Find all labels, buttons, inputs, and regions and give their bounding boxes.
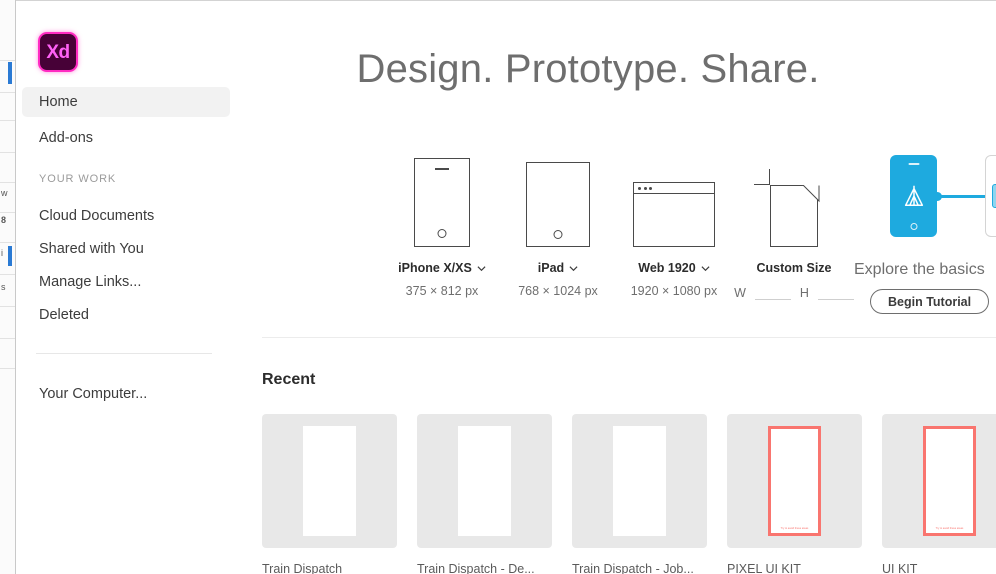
recent-document-card[interactable]: Train Dispatch - De... [417,414,552,574]
background-window: w 8 i s [0,0,16,574]
sidebar-item-deleted[interactable]: Deleted [22,300,230,330]
recent-section-title: Recent [262,371,316,388]
custom-height-input[interactable] [817,286,854,300]
chevron-down-icon[interactable] [569,264,578,273]
recent-documents-grid: Train Dispatch Train Dispatch - De... Tr… [262,414,996,574]
artboard-preview [613,426,666,536]
preset-name-row: Web 1920 [638,261,710,275]
sidebar-section-your-work: YOUR WORK [39,173,117,185]
artboard-presets: iPhone X/XS 375 × 812 px iPad 768 × 1024… [384,151,856,300]
preset-name-row: iPad [538,261,578,275]
preset-name: iPad [537,261,565,275]
recent-document-card[interactable]: Try to avoid these areas PIXEL UI KIT [727,414,862,574]
preset-artwork [754,151,820,247]
adobe-xd-logo-icon: Xd [38,32,78,72]
preset-name-row: Custom Size [756,261,831,275]
sidebar-item-label: Cloud Documents [39,208,155,224]
document-thumbnail[interactable] [572,414,707,548]
custom-size-fields: W H [734,286,854,300]
sidebar-item-add-ons[interactable]: Add-ons [22,123,230,153]
recent-document-card[interactable]: Train Dispatch - Job... [572,414,707,574]
tutorial-artwork [854,151,996,247]
sidebar-item-label: Manage Links... [39,274,142,290]
sidebar: Xd Home Add-ons YOUR WORK Cloud Document… [16,1,244,574]
document-name: Train Dispatch [262,562,343,574]
phone-icon [414,158,470,247]
preset-artwork [526,151,590,247]
document-thumbnail[interactable] [262,414,397,548]
preset-dimensions: 1920 × 1080 px [630,284,718,298]
document-thumbnail[interactable]: Try to avoid these areas [727,414,862,548]
sidebar-item-home[interactable]: Home [22,87,230,117]
artboard-note: Try to avoid these areas [780,527,809,530]
preset-custom-size[interactable]: Custom Size W H [732,151,856,300]
tablet-icon [526,162,590,247]
preset-name-row: iPhone X/XS [398,261,486,275]
artboard-note: Try to avoid these areas [935,527,964,530]
preset-name: Web 1920 [638,261,696,275]
artboard-preview [458,426,511,536]
tent-icon [904,185,923,207]
section-divider [262,337,996,338]
chevron-down-icon[interactable] [701,264,710,273]
sidebar-nav-list: Home Add-ons YOUR WORK Cloud Documents S… [16,87,244,330]
sidebar-item-label: Your Computer... [39,386,148,402]
sidebar-item-label: Home [39,94,78,110]
preset-dimensions: 375 × 812 px [405,284,479,298]
document-thumbnail[interactable] [417,414,552,548]
custom-width-label: W [734,286,746,300]
browser-window-icon [633,182,715,247]
chevron-down-icon[interactable] [477,264,486,273]
preset-name: iPhone X/XS [398,261,472,275]
adobe-xd-window: Xd Home Add-ons YOUR WORK Cloud Document… [16,0,996,574]
main-content: Design. Prototype. Share. iPhone X/XS 37… [244,1,996,574]
custom-height-label: H [799,286,809,300]
adobe-xd-logo-text: Xd [46,41,70,63]
recent-document-card[interactable]: Train Dispatch [262,414,397,574]
sidebar-item-label: Deleted [39,307,89,323]
document-name: Train Dispatch - Job... [572,562,694,574]
preset-dimensions: 768 × 1024 px [518,284,598,298]
custom-width-input[interactable] [754,286,791,300]
preset-name: Custom Size [756,261,832,275]
preset-iphone-x-xs[interactable]: iPhone X/XS 375 × 812 px [384,151,500,298]
sidebar-item-label: Shared with You [39,241,144,257]
sidebar-item-label: Add-ons [39,130,94,146]
sidebar-divider [36,353,212,354]
sidebar-item-shared-with-you[interactable]: Shared with You [22,234,230,264]
preset-ipad[interactable]: iPad 768 × 1024 px [500,151,616,298]
recent-document-card[interactable]: Try to avoid these areas UI KIT [882,414,996,574]
preset-artwork [633,151,715,247]
artboard-preview: Try to avoid these areas [923,426,976,536]
sidebar-item-your-computer[interactable]: Your Computer... [22,379,232,409]
sidebar-item-manage-links[interactable]: Manage Links... [22,267,230,297]
document-name: UI KIT [882,562,918,574]
custom-document-icon [754,169,820,247]
document-thumbnail[interactable]: Try to avoid these areas [882,414,996,548]
sidebar-item-cloud-documents[interactable]: Cloud Documents [22,201,230,231]
wire-node-start [933,192,942,201]
tutorial-phone-filled-icon [890,155,937,237]
document-name: Train Dispatch - De... [417,562,535,574]
tutorial-card[interactable]: Explore the basics Begin Tutorial [854,151,996,314]
tutorial-caption: Explore the basics [854,261,985,278]
tutorial-rectangle-shape [992,184,996,208]
artboard-preview [303,426,356,536]
preset-artwork [414,151,470,247]
preset-web-1920[interactable]: Web 1920 1920 × 1080 px [616,151,732,298]
artboard-preview: Try to avoid these areas [768,426,821,536]
page-title: Design. Prototype. Share. [356,47,820,91]
document-name: PIXEL UI KIT [727,562,801,574]
begin-tutorial-button[interactable]: Begin Tutorial [870,289,990,314]
